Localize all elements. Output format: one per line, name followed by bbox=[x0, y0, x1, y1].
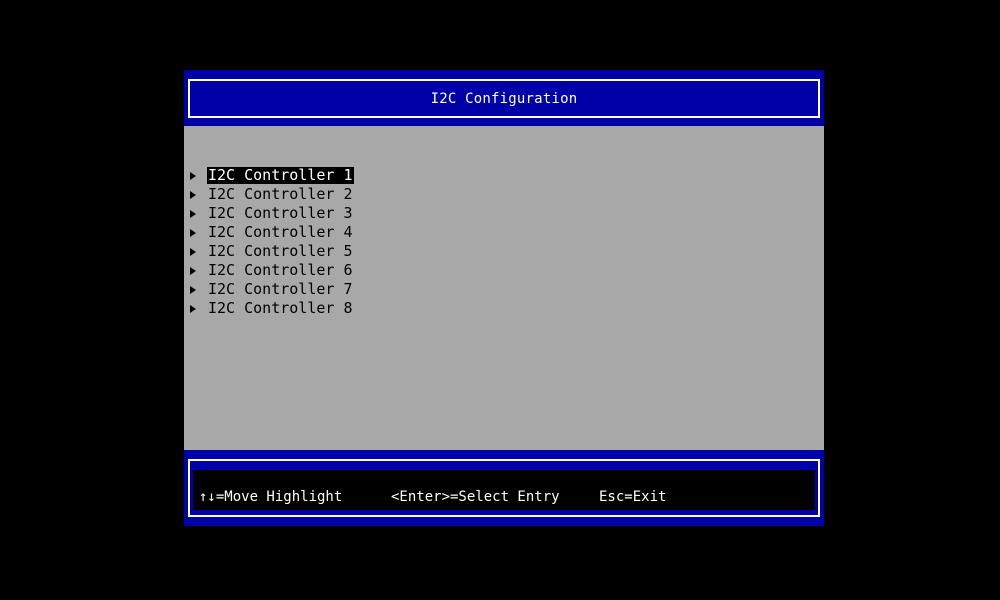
triangle-right-icon bbox=[190, 266, 196, 275]
menu-item-i2c-controller-2[interactable]: I2C Controller 2 bbox=[190, 185, 354, 204]
menu-item-i2c-controller-3[interactable]: I2C Controller 3 bbox=[190, 204, 354, 223]
menu-item-label: I2C Controller 4 bbox=[208, 223, 353, 241]
content-panel: I2C Controller 1 I2C Controller 2 I2C Co… bbox=[184, 126, 824, 450]
triangle-right-icon bbox=[190, 304, 196, 313]
move-highlight-hint: ↑↓=Move Highlight bbox=[199, 489, 343, 505]
menu-item-label: I2C Controller 1 bbox=[207, 166, 354, 184]
page-title: I2C Configuration bbox=[430, 90, 578, 107]
controller-menu: I2C Controller 1 I2C Controller 2 I2C Co… bbox=[190, 166, 354, 318]
triangle-right-icon bbox=[190, 209, 196, 218]
triangle-right-icon bbox=[190, 285, 196, 294]
header-bar: I2C Configuration bbox=[184, 70, 824, 126]
menu-item-i2c-controller-6[interactable]: I2C Controller 6 bbox=[190, 261, 354, 280]
footer-border: ↑↓=Move Highlight <Enter>=Select Entry E… bbox=[188, 459, 820, 517]
select-entry-hint: <Enter>=Select Entry bbox=[391, 489, 560, 505]
menu-item-i2c-controller-5[interactable]: I2C Controller 5 bbox=[190, 242, 354, 261]
menu-item-label: I2C Controller 3 bbox=[208, 204, 353, 222]
key-help-panel: ↑↓=Move Highlight <Enter>=Select Entry E… bbox=[193, 470, 815, 510]
menu-item-label: I2C Controller 7 bbox=[208, 280, 353, 298]
footer-bar: ↑↓=Move Highlight <Enter>=Select Entry E… bbox=[184, 450, 824, 526]
menu-item-label: I2C Controller 5 bbox=[208, 242, 353, 260]
menu-item-label: I2C Controller 2 bbox=[208, 185, 353, 203]
header-border: I2C Configuration bbox=[188, 79, 820, 118]
menu-item-i2c-controller-7[interactable]: I2C Controller 7 bbox=[190, 280, 354, 299]
menu-item-label: I2C Controller 8 bbox=[208, 299, 353, 317]
triangle-right-icon bbox=[190, 190, 196, 199]
triangle-right-icon bbox=[190, 228, 196, 237]
menu-item-i2c-controller-8[interactable]: I2C Controller 8 bbox=[190, 299, 354, 318]
triangle-right-icon bbox=[190, 171, 196, 180]
triangle-right-icon bbox=[190, 247, 196, 256]
menu-item-i2c-controller-1[interactable]: I2C Controller 1 bbox=[190, 166, 354, 185]
menu-item-label: I2C Controller 6 bbox=[208, 261, 353, 279]
exit-hint: Esc=Exit bbox=[599, 489, 667, 505]
menu-item-i2c-controller-4[interactable]: I2C Controller 4 bbox=[190, 223, 354, 242]
bios-setup-window: I2C Configuration I2C Controller 1 I2C C… bbox=[184, 70, 824, 526]
